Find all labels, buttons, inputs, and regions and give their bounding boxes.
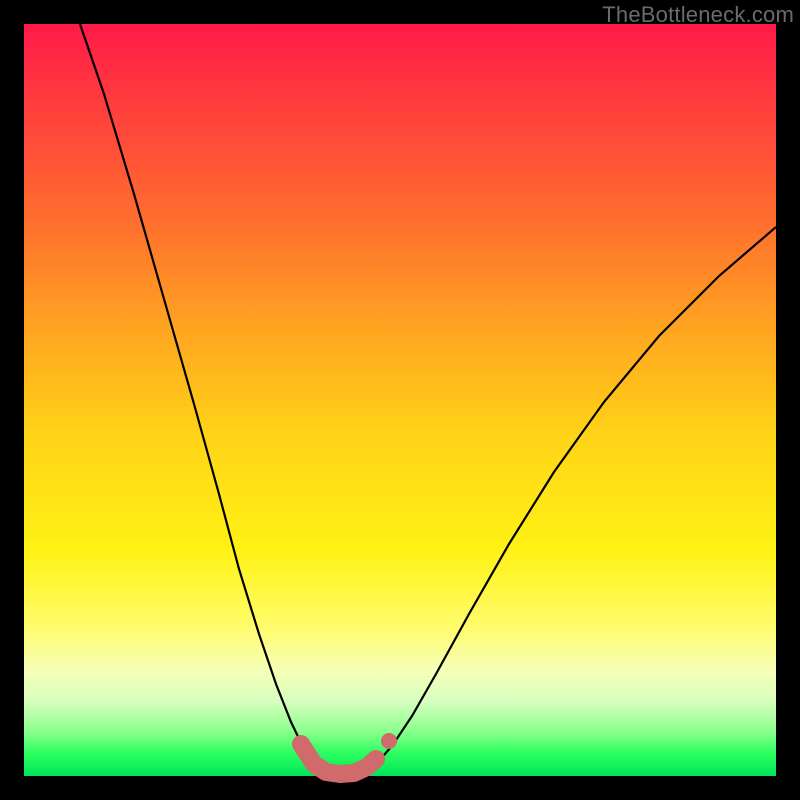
optimal-end-dot — [381, 733, 397, 749]
optimal-range-highlight — [301, 744, 376, 774]
bottleneck-curve — [80, 24, 776, 774]
chart-svg — [24, 24, 776, 776]
chart-frame — [24, 24, 776, 776]
watermark-text: TheBottleneck.com — [602, 2, 794, 28]
